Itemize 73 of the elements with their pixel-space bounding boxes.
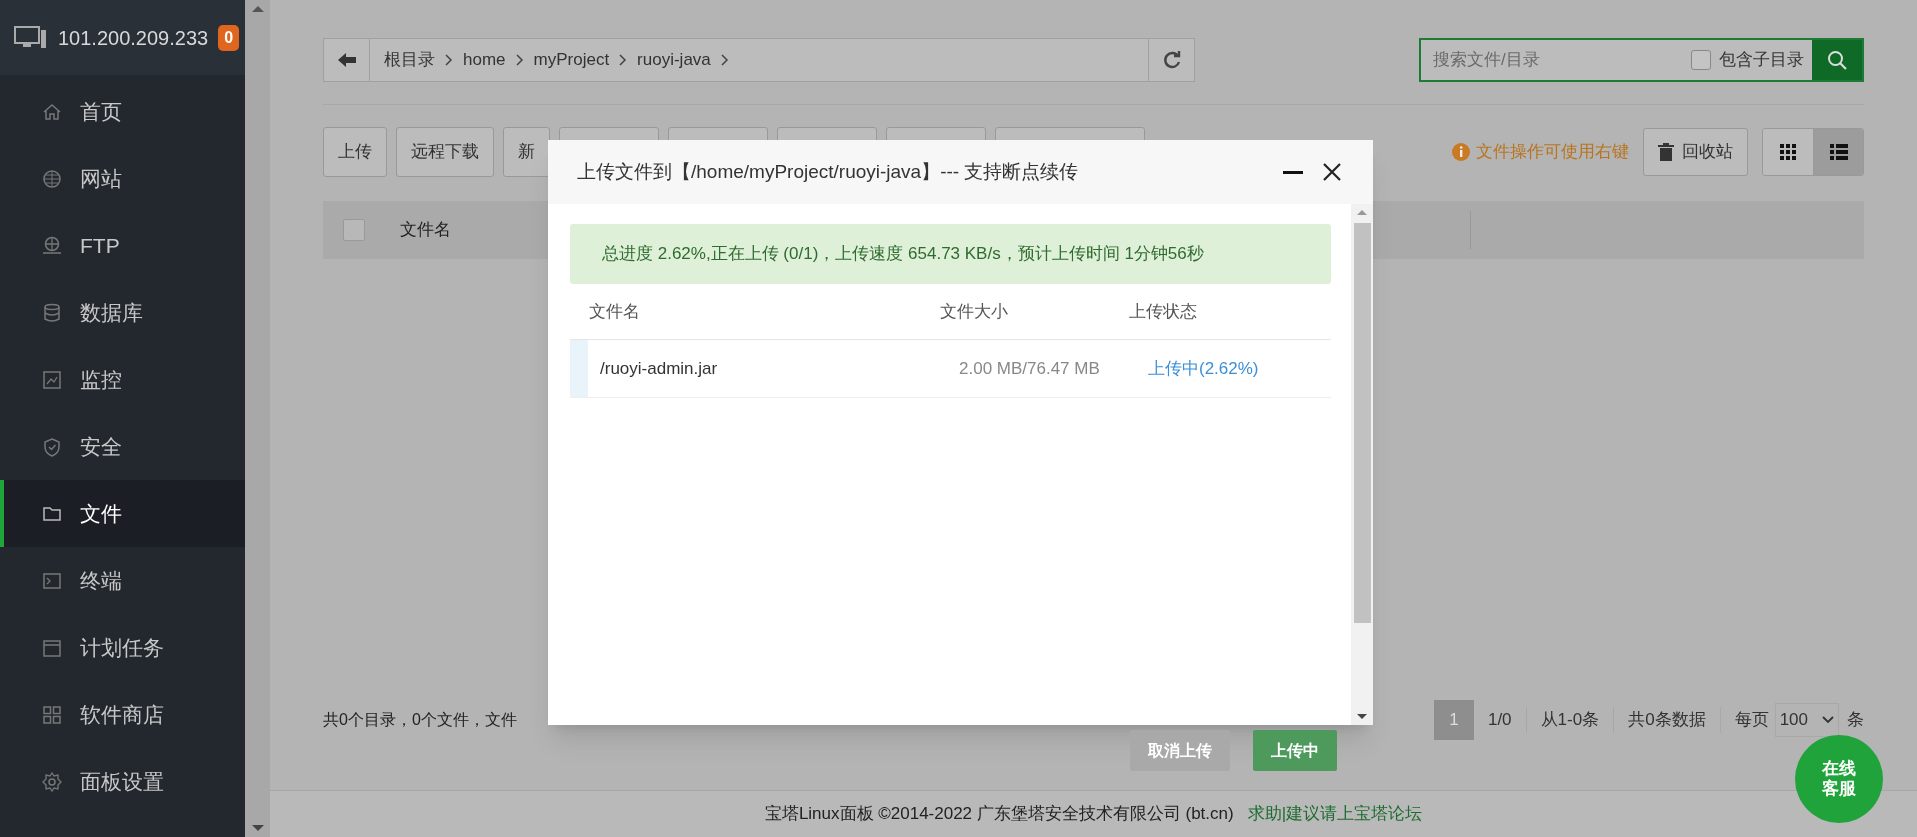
- server-ip: 101.200.209.233: [58, 25, 209, 51]
- breadcrumb-link[interactable]: myProject: [533, 47, 610, 73]
- sidebar-scrollbar[interactable]: [245, 0, 270, 837]
- recycle-bin-button[interactable]: 回收站: [1643, 128, 1748, 176]
- grid-icon: [42, 704, 62, 725]
- toolbar-button[interactable]: 新: [503, 127, 550, 177]
- sidebar-item[interactable]: 文件: [0, 480, 245, 547]
- sidebar-item[interactable]: 计划任务: [0, 614, 245, 681]
- dialog-title: 上传文件到【/home/myProject/ruoyi-java】--- 支持断点续传: [577, 159, 1079, 184]
- summary-text: 共0个目录，0个文件，文件: [323, 710, 517, 730]
- close-icon: [1322, 162, 1342, 182]
- file-name: /ruoyi-admin.jar: [600, 357, 719, 380]
- back-arrow-icon: [337, 53, 356, 67]
- shield-icon: [42, 436, 62, 457]
- globe-icon: [42, 168, 62, 189]
- per-page-unit: 条: [1846, 709, 1864, 732]
- sidebar-item[interactable]: 面板设置: [0, 748, 245, 815]
- sidebar-item[interactable]: 安全: [0, 413, 245, 480]
- column-header: 文件大小: [940, 300, 1009, 323]
- grid-icon: [1780, 144, 1796, 160]
- sidebar-item[interactable]: FTP: [0, 212, 245, 279]
- home-icon: [42, 101, 62, 122]
- sidebar-item[interactable]: 网站: [0, 145, 245, 212]
- sidebar-item[interactable]: 数据库: [0, 279, 245, 346]
- column-header: 文件名: [588, 300, 641, 323]
- subdir-label: 包含子目录: [1719, 49, 1804, 72]
- info-icon: [1452, 143, 1470, 161]
- sidebar-item[interactable]: 软件商店: [0, 681, 245, 748]
- chevron-icon: [445, 54, 453, 66]
- toolbar-button[interactable]: 上传: [323, 127, 387, 177]
- breadcrumb-link[interactable]: home: [463, 47, 506, 73]
- dialog-scrollbar[interactable]: [1351, 204, 1373, 725]
- search-field[interactable]: 搜索文件/目录 包含子目录: [1419, 38, 1864, 82]
- upload-status: 上传中(2.62%): [1148, 357, 1259, 380]
- per-page-select[interactable]: 100: [1774, 703, 1839, 737]
- breadcrumb-link[interactable]: 根目录: [384, 47, 435, 73]
- chevron-down-icon: [1822, 716, 1834, 724]
- range-text: 从1-0条: [1526, 707, 1615, 733]
- checkbox[interactable]: [1691, 50, 1711, 70]
- list-icon: [1829, 144, 1848, 160]
- search-button[interactable]: [1812, 40, 1862, 80]
- trash-icon: [1658, 143, 1674, 161]
- database-icon: [42, 302, 62, 323]
- checkbox[interactable]: [343, 219, 365, 241]
- copyright-text: 宝塔Linux面板 ©2014-2022 广东堡塔安全技术有限公司 (bt.cn): [764, 803, 1234, 826]
- chevron-icon: [720, 54, 729, 66]
- search-placeholder: 搜索文件/目录: [1432, 49, 1541, 72]
- column-header: 上传状态: [1129, 300, 1197, 323]
- refresh-icon: [1161, 50, 1182, 70]
- globe-icon: [42, 235, 62, 256]
- sidebar-item[interactable]: 首页: [0, 78, 245, 145]
- settings-icon: [42, 771, 62, 792]
- calendar-icon: [42, 637, 62, 658]
- sidebar-item[interactable]: 监控: [0, 346, 245, 413]
- column-header[interactable]: 文件名: [400, 217, 451, 243]
- chart-icon: [42, 369, 62, 390]
- sidebar-item[interactable]: 终端: [0, 547, 245, 614]
- close-button[interactable]: [1322, 161, 1344, 183]
- search-icon: [1827, 50, 1847, 70]
- terminal-icon: [42, 570, 62, 591]
- computer-icon: [14, 25, 48, 50]
- hint-text: 文件操作可使用右键: [1476, 141, 1629, 164]
- chevron-icon: [515, 54, 524, 66]
- breadcrumb-link[interactable]: ruoyi-java: [637, 47, 711, 73]
- progress-alert: 总进度 2.62%,正在上传 (0/1)，上传速度 654.73 KB/s，预计上传时间 1分钟56秒: [570, 224, 1331, 284]
- chevron-icon: [619, 54, 628, 66]
- toolbar-button[interactable]: 远程下载: [396, 127, 494, 177]
- total-text: 共0条数据: [1614, 707, 1721, 733]
- view-toggle[interactable]: [1763, 129, 1813, 175]
- view-toggle[interactable]: [1813, 129, 1863, 175]
- per-page-label: 每页: [1733, 709, 1770, 732]
- page-info: 1/0: [1473, 707, 1527, 733]
- file-size: 2.00 MB/76.47 MB: [959, 357, 1101, 380]
